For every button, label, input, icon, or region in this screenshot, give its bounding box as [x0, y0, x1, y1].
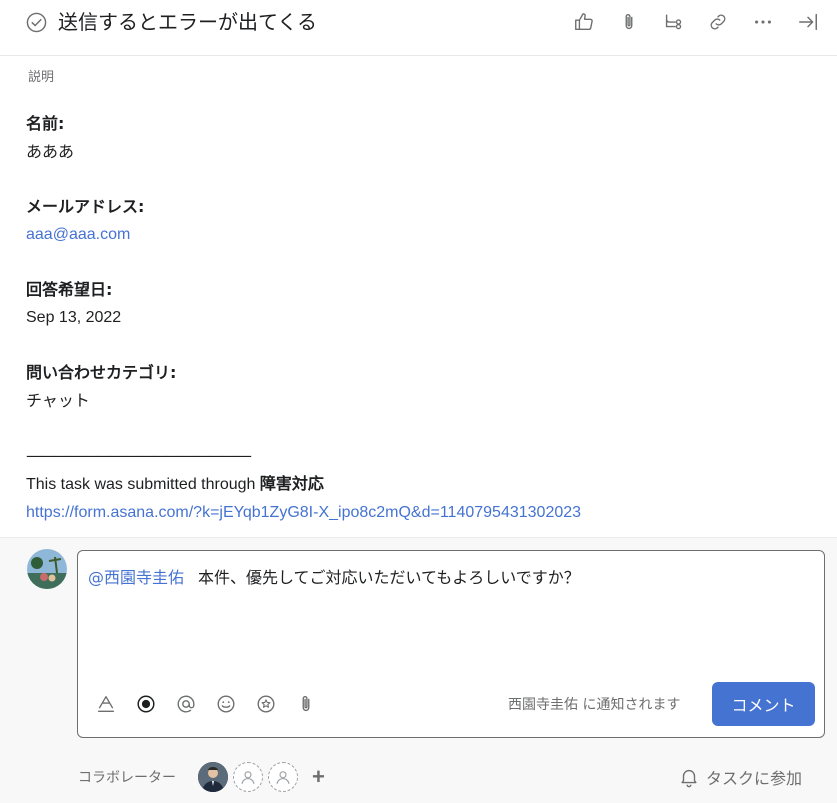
record-video-icon[interactable] — [134, 692, 158, 716]
task-header: 送信するとエラーが出てくる — [0, 0, 837, 56]
appreciation-star-icon[interactable] — [254, 692, 278, 716]
comment-submit-button[interactable]: コメント — [712, 682, 815, 726]
form-url-link[interactable]: https://form.asana.com/?k=jEYqb1ZyG8I-X_… — [26, 499, 806, 527]
field-value-due-date: Sep 13, 2022 — [26, 309, 122, 326]
description-body[interactable]: 名前: あああ メールアドレス: aaa@aaa.com 回答希望日: Sep … — [26, 110, 806, 527]
comment-editor[interactable]: @西園寺圭佑 本件、優先してご対応いただいてもよろしいですか？ 西園寺圭佑 に通知… — [77, 550, 825, 738]
complete-check-icon[interactable] — [26, 12, 47, 33]
add-collaborator-button[interactable]: + — [312, 766, 325, 788]
field-label-category: 問い合わせカテゴリ: — [26, 363, 177, 382]
subtask-icon[interactable] — [661, 10, 685, 34]
emoji-icon[interactable] — [214, 692, 238, 716]
submitted-form-name: 障害対応 — [259, 474, 324, 493]
text-format-icon[interactable] — [94, 692, 118, 716]
comment-text[interactable]: @西園寺圭佑 本件、優先してご対応いただいてもよろしいですか？ — [88, 564, 580, 588]
empty-collaborator-slot[interactable] — [268, 762, 298, 792]
like-icon[interactable] — [572, 10, 596, 34]
submitted-through-line: This task was submitted through 障害対応 — [26, 470, 806, 499]
link-icon[interactable] — [706, 10, 730, 34]
attach-icon[interactable] — [617, 10, 641, 34]
join-task-button[interactable]: タスクに参加 — [678, 765, 802, 789]
comment-body: 本件、優先してご対応いただいてもよろしいですか？ — [198, 568, 580, 587]
close-panel-icon[interactable] — [796, 10, 820, 34]
email-link[interactable]: aaa@aaa.com — [26, 221, 806, 249]
current-user-avatar[interactable] — [27, 549, 67, 589]
notify-text: 西園寺圭佑 に通知されます — [508, 697, 681, 713]
field-label-name: 名前: — [26, 114, 65, 133]
mention-icon[interactable] — [174, 692, 198, 716]
mention-tag[interactable]: @西園寺圭佑 — [88, 568, 184, 587]
submitted-prefix: This task was submitted through — [26, 476, 260, 493]
description-label: 説明 — [28, 70, 55, 85]
field-value-name: あああ — [26, 142, 75, 161]
field-value-category: チャット — [26, 391, 90, 410]
collaborators-label: コラボレーター — [78, 770, 176, 786]
collaborator-avatar[interactable] — [198, 762, 228, 792]
bell-icon — [681, 769, 697, 788]
more-icon[interactable] — [751, 10, 775, 34]
task-title[interactable]: 送信するとエラーが出てくる — [58, 9, 317, 35]
empty-collaborator-slot[interactable] — [233, 762, 263, 792]
field-label-due-date: 回答希望日: — [26, 280, 113, 299]
field-label-email: メールアドレス: — [26, 197, 145, 216]
join-task-label: タスクに参加 — [706, 769, 803, 788]
divider-line: ———————————————— — [26, 446, 252, 465]
attach-file-icon[interactable] — [294, 692, 318, 716]
